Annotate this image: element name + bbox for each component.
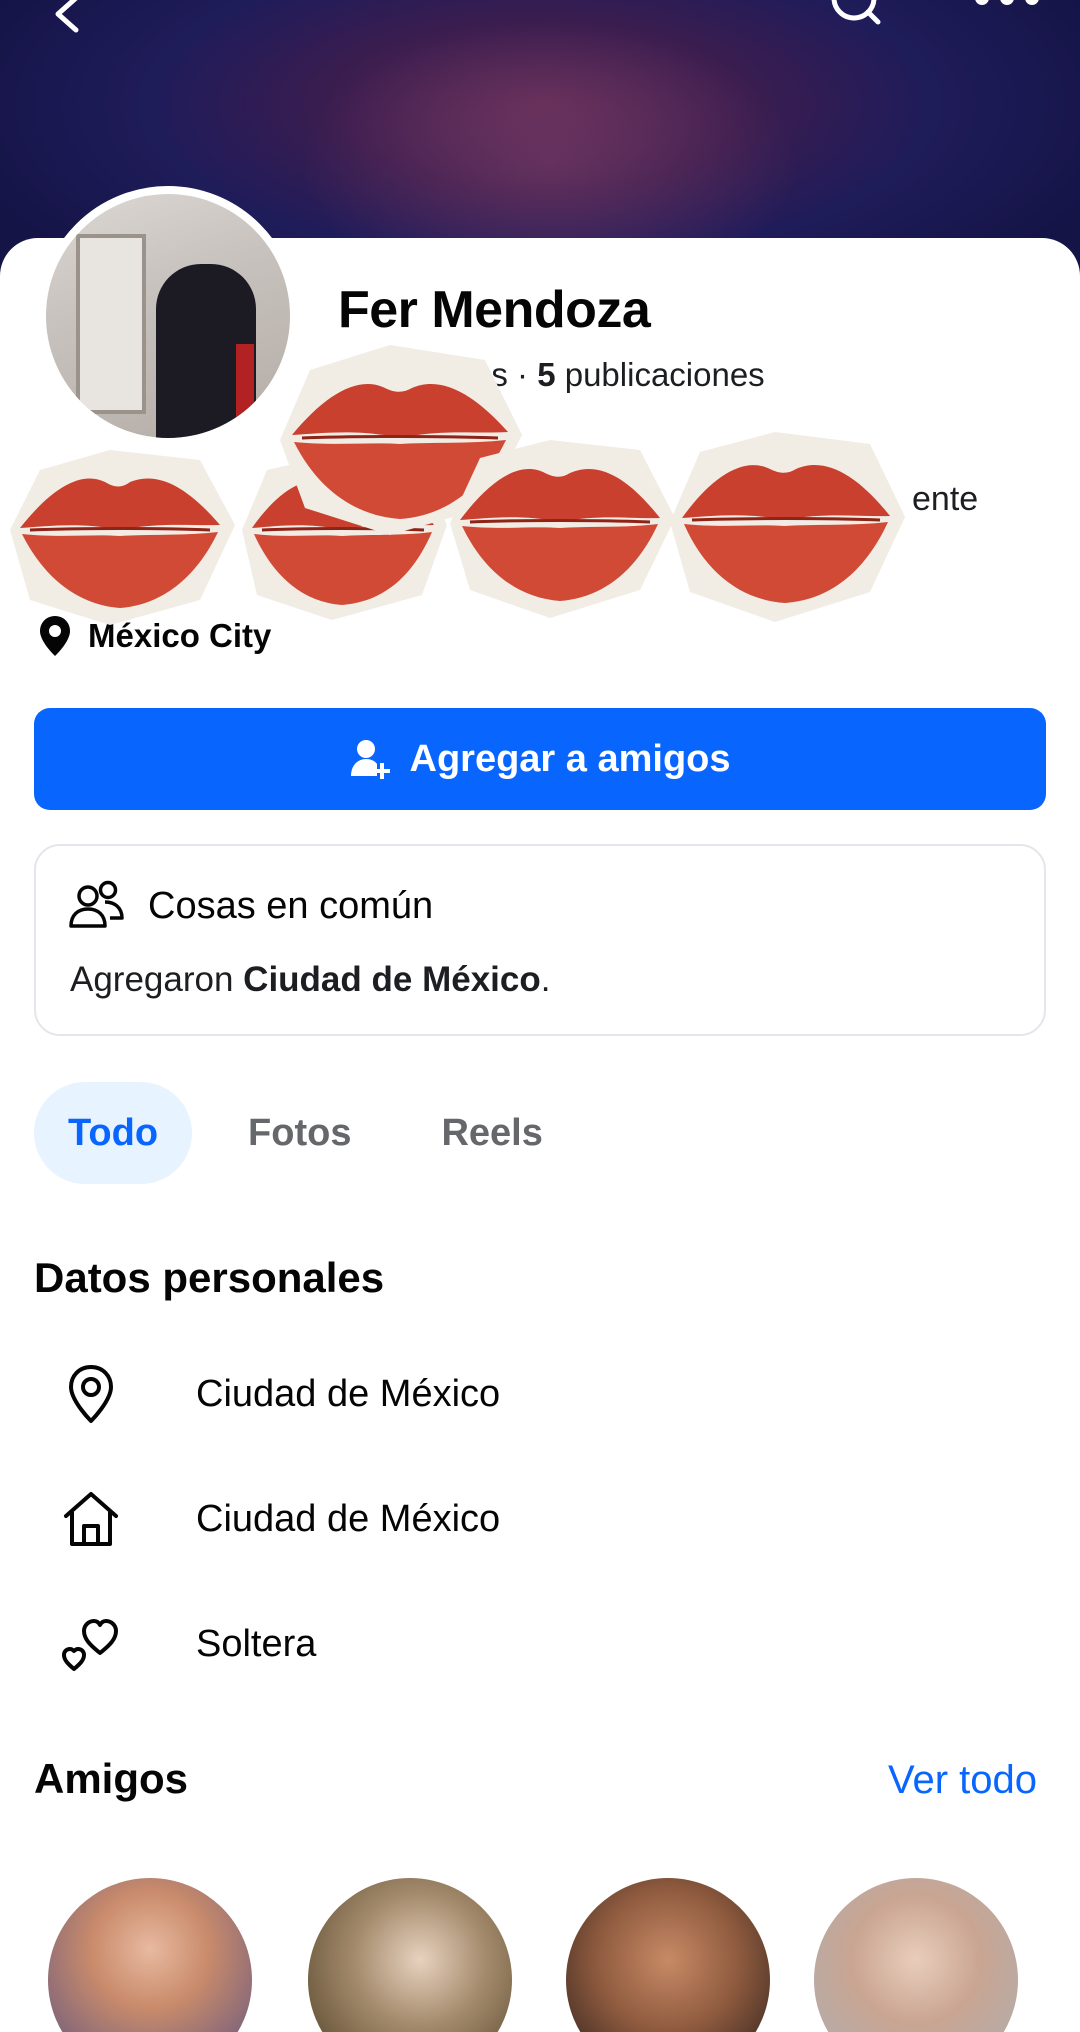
home-icon xyxy=(56,1484,126,1554)
posts-label: publicaciones xyxy=(555,356,765,393)
profile-stats: os · 5 publicaciones xyxy=(338,356,765,394)
friends-title: Amigos xyxy=(34,1755,189,1802)
location-pin-outline-icon xyxy=(56,1359,126,1429)
hearts-icon xyxy=(56,1609,126,1679)
back-arrow-icon[interactable] xyxy=(48,0,88,34)
common-detail-suffix: . xyxy=(540,960,551,999)
location-row: México City xyxy=(38,614,271,658)
add-friend-button[interactable]: Agregar a amigos xyxy=(34,708,1046,810)
search-icon[interactable] xyxy=(826,0,882,34)
detail-row-location[interactable]: Ciudad de México xyxy=(56,1359,500,1429)
common-detail-place: Ciudad de México xyxy=(243,960,541,999)
people-icon xyxy=(69,880,124,928)
avatar-photo-jacket-stripe xyxy=(236,344,254,434)
stats-friends-fragment: os xyxy=(473,356,508,393)
tab-fotos[interactable]: Fotos xyxy=(214,1082,385,1184)
profile-name: Fer Mendoza xyxy=(338,281,651,339)
profile-avatar[interactable] xyxy=(38,186,298,446)
things-in-common-card[interactable]: Cosas en común Agregaron Ciudad de Méxic… xyxy=(34,844,1046,1036)
see-all-friends-link[interactable]: Ver todo xyxy=(888,1758,1037,1803)
detail-location-text: Ciudad de México xyxy=(196,1372,501,1415)
location-pin-icon xyxy=(40,616,70,656)
things-in-common-title: Cosas en común xyxy=(148,884,434,927)
detail-row-hometown[interactable]: Ciudad de México xyxy=(56,1484,500,1554)
profile-tabs: Todo Fotos Reels xyxy=(34,1082,599,1184)
add-friend-icon xyxy=(350,740,390,779)
more-options-icon[interactable] xyxy=(972,0,1042,34)
personal-details-title: Datos personales xyxy=(34,1254,385,1301)
detail-hometown-text: Ciudad de México xyxy=(196,1497,501,1540)
add-friend-label: Agregar a amigos xyxy=(409,737,731,780)
things-in-common-detail: Agregaron Ciudad de México. xyxy=(70,960,550,1000)
tab-todo[interactable]: Todo xyxy=(34,1082,193,1184)
avatar-photo-door xyxy=(76,234,146,414)
common-detail-prefix: Agregaron xyxy=(70,960,244,999)
things-in-common-header: Cosas en común xyxy=(68,880,433,932)
stats-separator: · xyxy=(507,356,538,393)
detail-row-relationship[interactable]: Soltera xyxy=(56,1609,316,1679)
tab-reels[interactable]: Reels xyxy=(407,1082,576,1184)
detail-relationship-text: Soltera xyxy=(196,1622,317,1665)
posts-count: 5 xyxy=(537,356,556,393)
location-label: México City xyxy=(88,617,272,654)
bio-text: ente xyxy=(912,480,979,518)
